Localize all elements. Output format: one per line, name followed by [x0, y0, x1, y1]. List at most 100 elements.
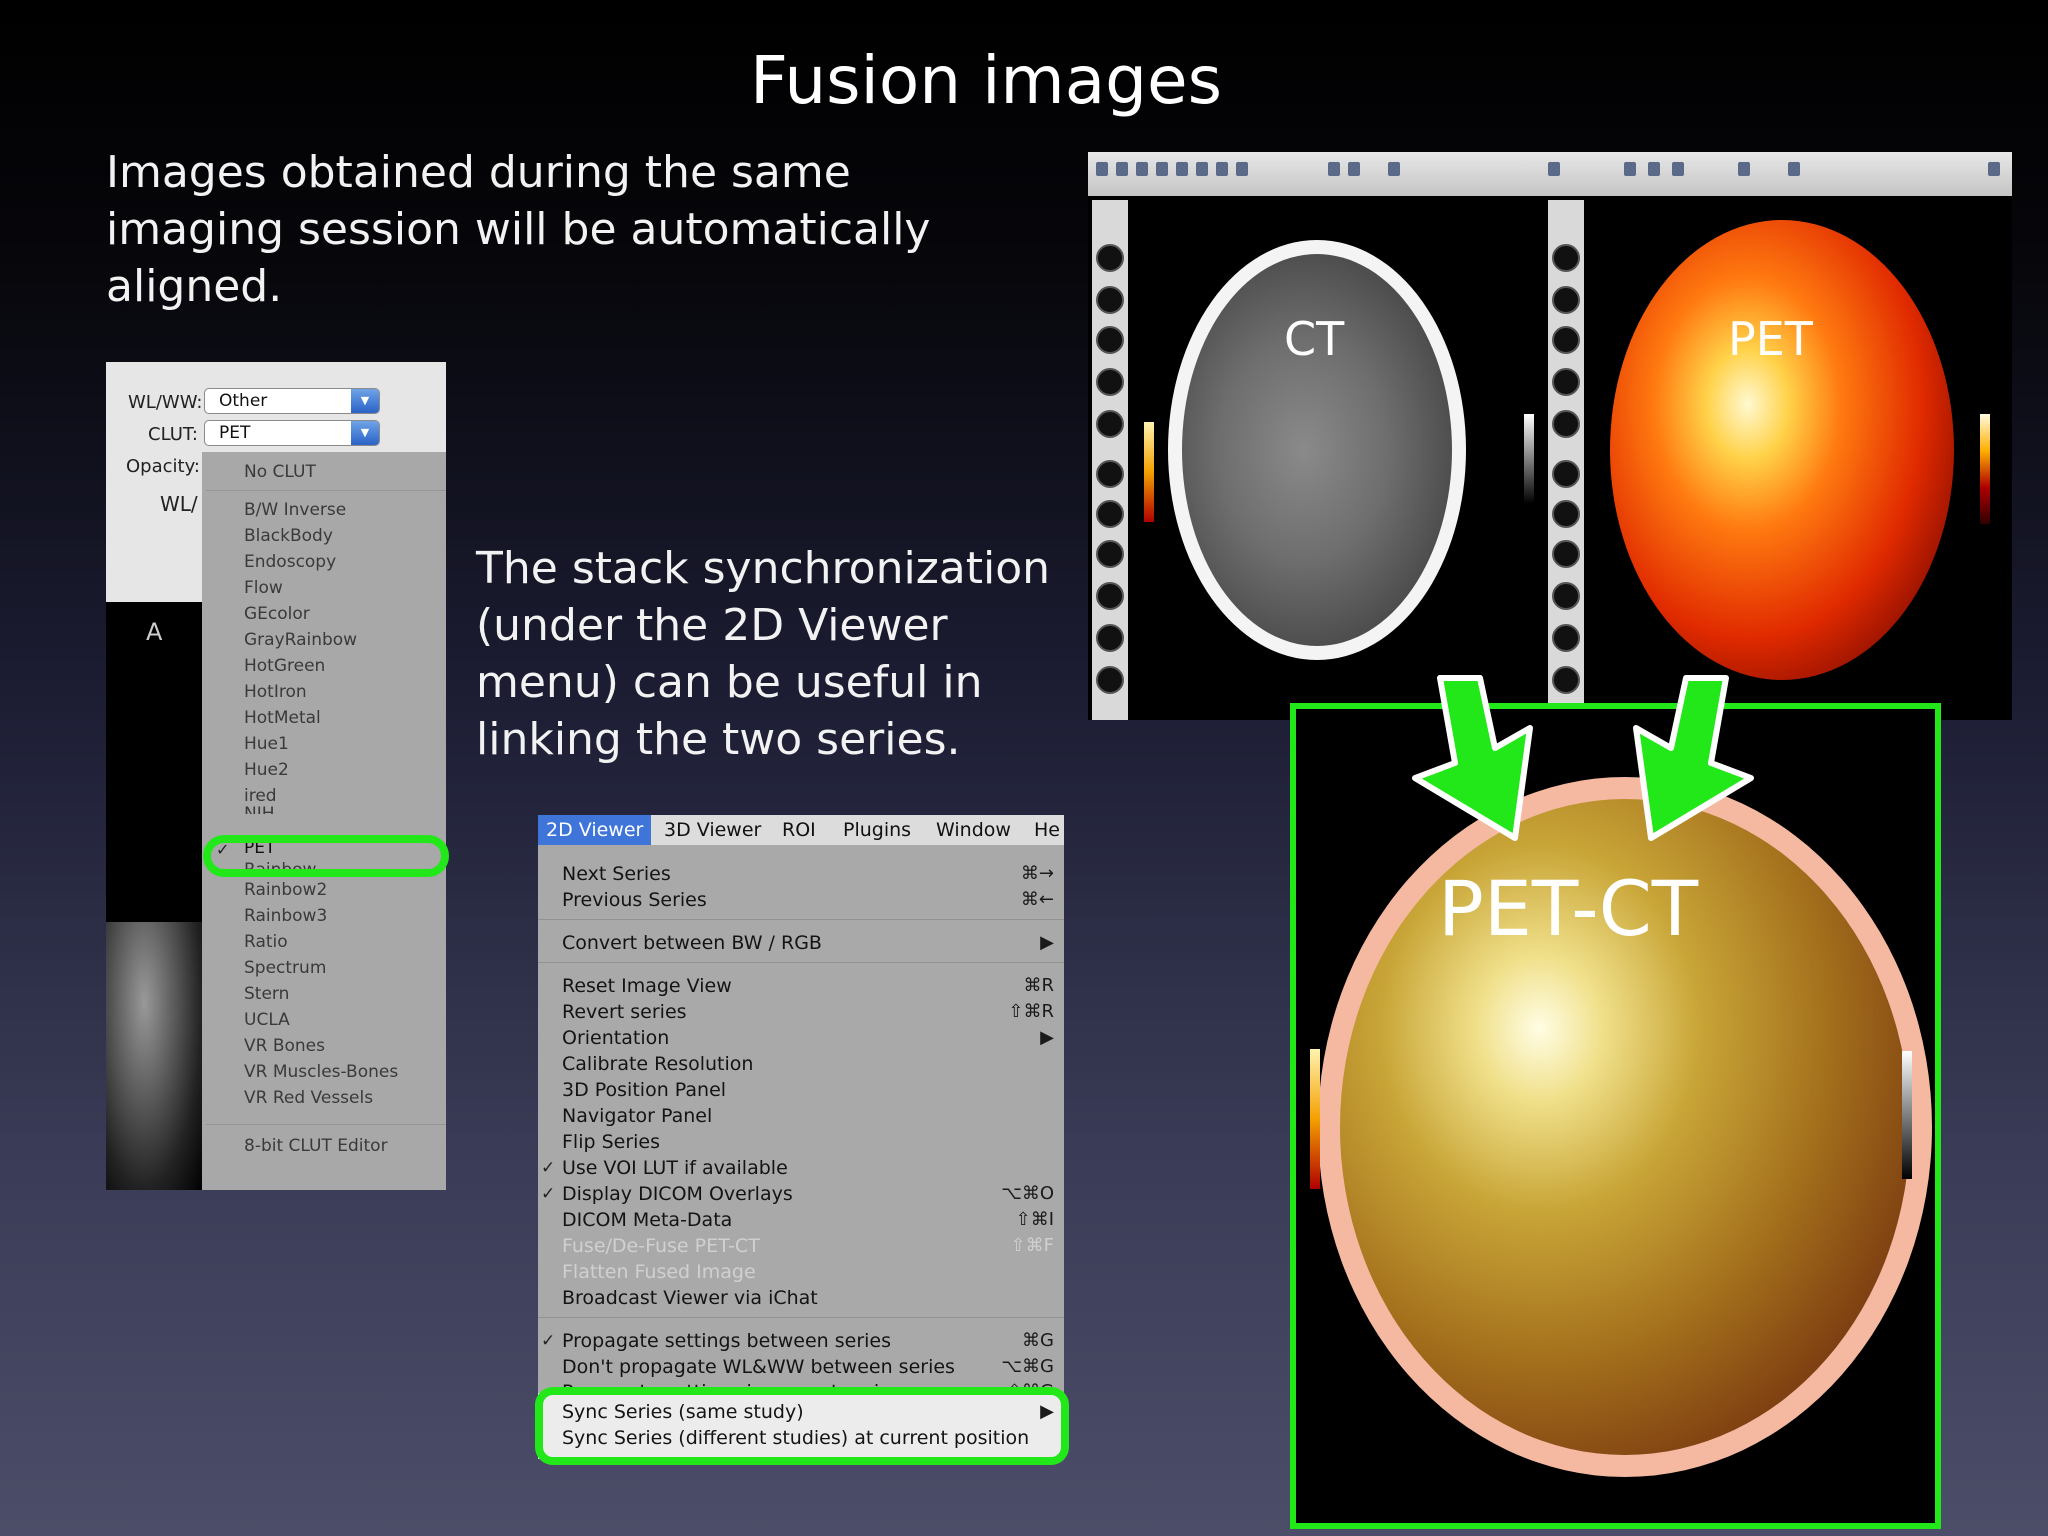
menu-item-dicom-overlays[interactable]: Display DICOM Overlays: [562, 1183, 793, 1205]
clut-item[interactable]: GEcolor: [244, 604, 310, 624]
menu-help[interactable]: He: [1026, 815, 1064, 845]
menu-3d-viewer[interactable]: 3D Viewer: [656, 815, 769, 845]
toolbar-icon[interactable]: [1648, 162, 1660, 176]
menu-plugins[interactable]: Plugins: [835, 815, 919, 845]
toolbar-icon[interactable]: [1216, 162, 1228, 176]
series-thumbnail[interactable]: [1552, 326, 1580, 354]
menu-item-flip[interactable]: Flip Series: [562, 1131, 660, 1153]
toolbar-icon[interactable]: [1672, 162, 1684, 176]
clut-editor-item[interactable]: 8-bit CLUT Editor: [244, 1136, 388, 1156]
toolbar-icon[interactable]: [1548, 162, 1560, 176]
series-thumbnail[interactable]: [1552, 540, 1580, 568]
series-thumbnail[interactable]: [1096, 582, 1124, 610]
series-thumbnail[interactable]: [1096, 410, 1124, 438]
series-thumbnail[interactable]: [1552, 582, 1580, 610]
clut-item[interactable]: HotMetal: [244, 708, 321, 728]
toolbar-icon[interactable]: [1116, 162, 1128, 176]
series-thumbnail[interactable]: [1096, 326, 1124, 354]
toolbar-icon[interactable]: [1738, 162, 1750, 176]
series-thumbnail[interactable]: [1096, 624, 1124, 652]
clut-item[interactable]: Ratio: [244, 932, 288, 952]
clut-item[interactable]: VR Red Vessels: [244, 1088, 373, 1108]
menu-item-3d-position[interactable]: 3D Position Panel: [562, 1079, 726, 1101]
clut-item[interactable]: BlackBody: [244, 526, 333, 546]
clut-item[interactable]: B/W Inverse: [244, 500, 346, 520]
clut-item[interactable]: Rainbow3: [244, 906, 327, 926]
clut-item[interactable]: Stern: [244, 984, 289, 1004]
menu-item-voi-lut[interactable]: Use VOI LUT if available: [562, 1157, 788, 1179]
series-thumbnail[interactable]: [1096, 368, 1124, 396]
clut-item[interactable]: Flow: [244, 578, 283, 598]
series-thumbnail[interactable]: [1096, 540, 1124, 568]
clut-item[interactable]: HotGreen: [244, 656, 325, 676]
menu-item-navigator[interactable]: Navigator Panel: [562, 1105, 712, 1127]
shortcut: ⌘→: [1020, 863, 1054, 884]
menu-2d-viewer[interactable]: 2D Viewer: [538, 815, 652, 845]
ct-label: CT: [1284, 312, 1345, 366]
series-thumbnail[interactable]: [1552, 368, 1580, 396]
menu-item-dont-propagate[interactable]: Don't propagate WL&WW between series: [562, 1356, 955, 1378]
series-thumbnail[interactable]: [1096, 286, 1124, 314]
clut-item[interactable]: HotIron: [244, 682, 307, 702]
clut-item[interactable]: UCLA: [244, 1010, 290, 1030]
series-thumbnail[interactable]: [1552, 624, 1580, 652]
clut-item[interactable]: NIH: [244, 804, 275, 814]
toolbar-icon[interactable]: [1388, 162, 1400, 176]
menu-item-revert-series[interactable]: Revert series: [562, 1001, 687, 1023]
toolbar-icon[interactable]: [1788, 162, 1800, 176]
menu-item-previous-series[interactable]: Previous Series: [562, 889, 707, 911]
menu-item-meta-data[interactable]: DICOM Meta-Data: [562, 1209, 732, 1231]
menu-divider: [206, 490, 446, 491]
toolbar-icon[interactable]: [1096, 162, 1108, 176]
menu-item-reset-view[interactable]: Reset Image View: [562, 975, 732, 997]
menu-window[interactable]: Window: [928, 815, 1019, 845]
toolbar-icon[interactable]: [1156, 162, 1168, 176]
series-thumbnails: [1092, 200, 1128, 720]
clut-item[interactable]: Endoscopy: [244, 552, 336, 572]
menu-item-orientation[interactable]: Orientation: [562, 1027, 669, 1049]
menu-item-propagate[interactable]: Propagate settings between series: [562, 1330, 891, 1352]
toolbar-icon[interactable]: [1624, 162, 1636, 176]
series-thumbnail[interactable]: [1096, 500, 1124, 528]
clut-item[interactable]: ired: [244, 786, 277, 806]
shortcut: ⇧⌘F: [1010, 1235, 1054, 1256]
series-thumbnail[interactable]: [1552, 244, 1580, 272]
clut-select[interactable]: PET ▼: [204, 420, 380, 446]
series-thumbnail[interactable]: [1552, 500, 1580, 528]
wlww-select[interactable]: Other ▼: [204, 388, 380, 414]
shortcut: ⌘R: [1023, 975, 1054, 996]
clut-item[interactable]: No CLUT: [244, 462, 316, 482]
series-thumbnail[interactable]: [1096, 244, 1124, 272]
toolbar-icon[interactable]: [1136, 162, 1148, 176]
shortcut: ⌥⌘O: [1001, 1183, 1054, 1204]
menu-roi[interactable]: ROI: [774, 815, 824, 845]
checkmark-icon: ✓: [541, 1158, 556, 1178]
toolbar-icon[interactable]: [1236, 162, 1248, 176]
clut-item[interactable]: GrayRainbow: [244, 630, 357, 650]
menu-item-broadcast[interactable]: Broadcast Viewer via iChat: [562, 1287, 818, 1309]
menu-item-calibrate[interactable]: Calibrate Resolution: [562, 1053, 753, 1075]
clut-item[interactable]: Rainbow2: [244, 880, 327, 900]
toolbar-icon[interactable]: [1988, 162, 2000, 176]
toolbar-icon[interactable]: [1328, 162, 1340, 176]
2d-viewer-menu: 2D Viewer 3D Viewer ROI Plugins Window H…: [538, 815, 1064, 1459]
toolbar-icon[interactable]: [1176, 162, 1188, 176]
clut-item[interactable]: Hue2: [244, 760, 289, 780]
series-thumbnail[interactable]: [1096, 460, 1124, 488]
checkmark-icon: ✓: [541, 1331, 556, 1351]
clut-item[interactable]: VR Bones: [244, 1036, 325, 1056]
pet-ct-label: PET-CT: [1438, 864, 1699, 953]
wl-label: WL/: [160, 492, 198, 516]
series-thumbnail[interactable]: [1096, 666, 1124, 694]
menu-item-convert[interactable]: Convert between BW / RGB: [562, 932, 822, 954]
toolbar-icon[interactable]: [1348, 162, 1360, 176]
series-thumbnail[interactable]: [1552, 286, 1580, 314]
toolbar-icon[interactable]: [1196, 162, 1208, 176]
series-thumbnail[interactable]: [1552, 410, 1580, 438]
sync-highlight-outline: [535, 1387, 1069, 1465]
series-thumbnail[interactable]: [1552, 460, 1580, 488]
clut-item[interactable]: Spectrum: [244, 958, 326, 978]
clut-item[interactable]: VR Muscles-Bones: [244, 1062, 398, 1082]
menu-item-next-series[interactable]: Next Series: [562, 863, 671, 885]
clut-item[interactable]: Hue1: [244, 734, 289, 754]
